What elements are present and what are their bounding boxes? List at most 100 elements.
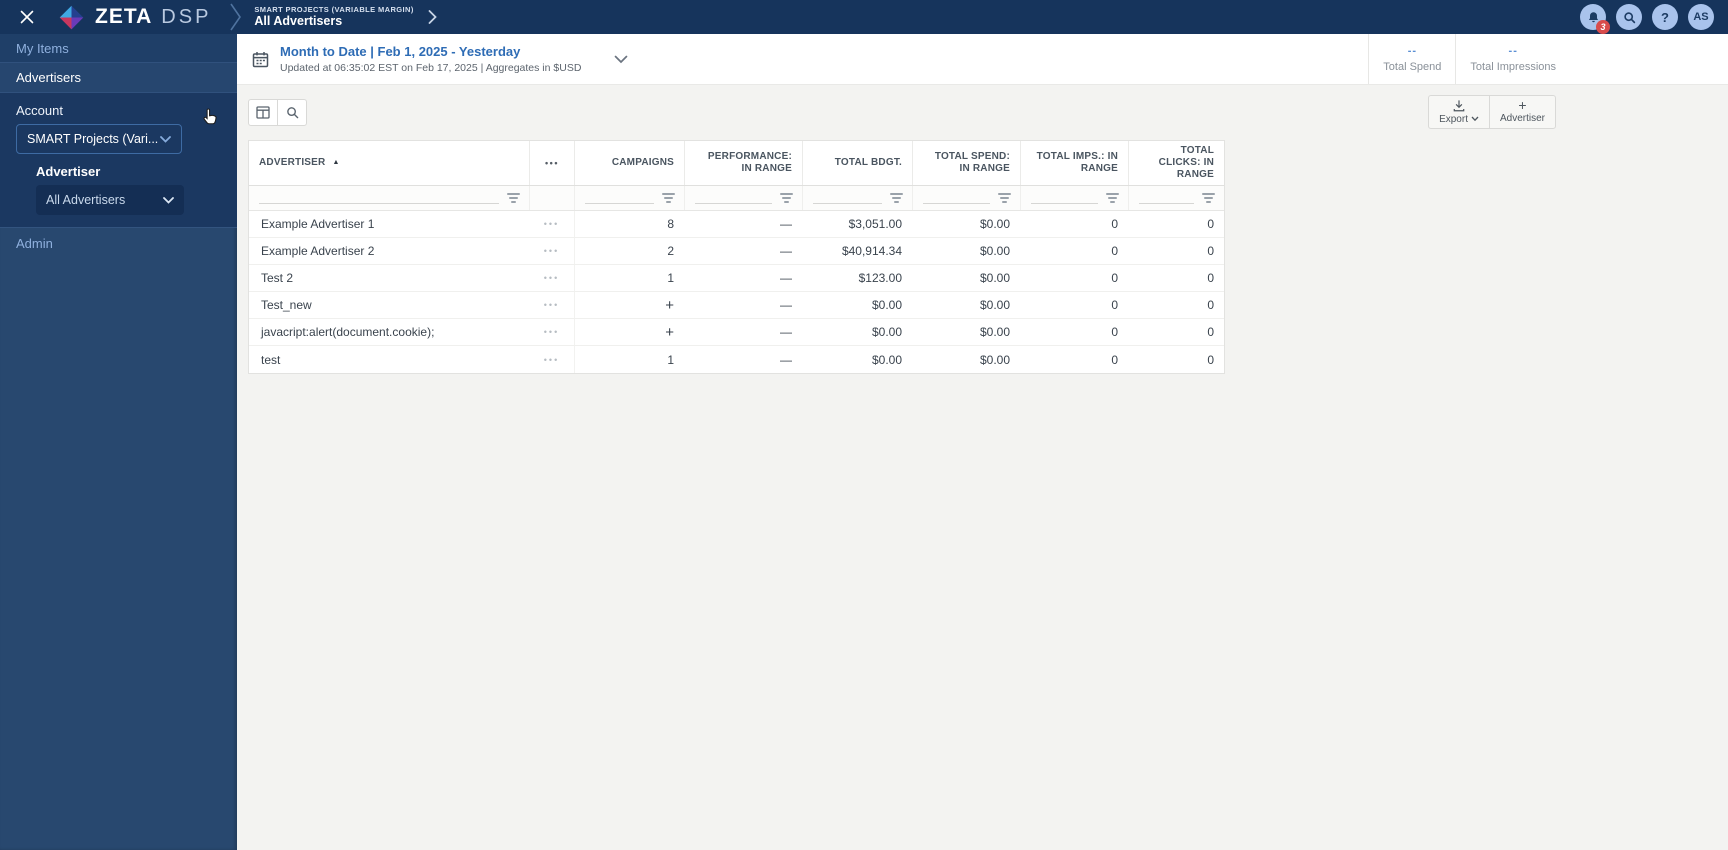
filter-icon[interactable]	[1106, 193, 1119, 204]
export-button[interactable]: Export	[1428, 95, 1490, 129]
total-imps-cell: 0	[1111, 244, 1118, 258]
avatar-initials: AS	[1693, 11, 1709, 23]
advertiser-name-cell[interactable]: Example Advertiser 2	[249, 238, 529, 264]
brand-dsp: DSP	[161, 6, 212, 28]
row-menu-icon[interactable]: •••	[529, 265, 574, 291]
advertiser-name-cell[interactable]: Example Advertiser 1	[249, 211, 529, 237]
advertiser-name-cell[interactable]: test	[249, 346, 529, 373]
campaigns-cell[interactable]: 8	[574, 211, 684, 237]
filter-icon[interactable]	[507, 193, 520, 204]
sidebar-item-my-items[interactable]: My Items	[0, 34, 237, 63]
filter-cell-advertiser	[249, 186, 529, 210]
filter-icon[interactable]	[662, 193, 675, 204]
zeta-dsp-app: ZETA DSP SMART PROJECTS (VARIABLE MARGIN…	[0, 0, 1728, 850]
campaigns-cell[interactable]: 2	[574, 238, 684, 264]
column-header-advertiser[interactable]: ADVERTISER ▲	[249, 141, 529, 185]
stat-value: --	[1407, 45, 1418, 57]
filter-input[interactable]	[585, 203, 654, 204]
sidebar-item-label: Advertisers	[16, 70, 82, 85]
filter-input[interactable]	[1139, 203, 1194, 204]
user-avatar[interactable]: AS	[1688, 4, 1714, 30]
advertiser-name-cell[interactable]: Test 2	[249, 265, 529, 291]
table-row[interactable]: Example Advertiser 1 ••• 8 — $3,051.00 $…	[249, 211, 1224, 238]
topbar-left: ZETA DSP SMART PROJECTS (VARIABLE MARGIN…	[10, 0, 437, 34]
table-row[interactable]: Example Advertiser 2 ••• 2 — $40,914.34 …	[249, 238, 1224, 265]
topbar: ZETA DSP SMART PROJECTS (VARIABLE MARGIN…	[0, 0, 1728, 34]
help-button[interactable]: ?	[1652, 4, 1678, 30]
column-header-total-spend[interactable]: TOTAL SPEND: IN RANGE	[912, 141, 1020, 185]
filter-input[interactable]	[1031, 203, 1098, 204]
search-grid-button[interactable]	[277, 98, 307, 126]
breadcrumb-next-icon[interactable]	[428, 10, 437, 24]
row-menu-icon[interactable]: •••	[529, 211, 574, 237]
filter-input[interactable]	[695, 203, 772, 204]
brand-zeta: ZETA	[95, 5, 153, 28]
advertiser-label: Advertiser	[36, 164, 101, 179]
column-header-total-budget[interactable]: TOTAL BDGT.	[802, 141, 912, 185]
campaigns-cell[interactable]: +	[574, 319, 684, 345]
total-imps-cell: 0	[1111, 271, 1118, 285]
total-spend-cell: $0.00	[979, 325, 1010, 339]
total-clicks-cell: 0	[1207, 217, 1214, 231]
date-header-bar: Month to Date | Feb 1, 2025 - Yesterday …	[237, 34, 1728, 85]
filter-icon[interactable]	[890, 193, 903, 204]
chevron-down-icon[interactable]	[614, 55, 628, 64]
column-label: ADVERTISER	[259, 157, 326, 168]
account-select[interactable]: SMART Projects (Vari...	[16, 124, 182, 154]
sidebar-item-advertisers[interactable]: Advertisers	[0, 63, 237, 93]
stat-value: --	[1508, 45, 1518, 57]
advertiser-select[interactable]: All Advertisers	[36, 185, 184, 215]
account-panel: Account SMART Projects (Vari... Advertis…	[0, 93, 237, 228]
stat-label: Total Impressions	[1470, 61, 1556, 73]
column-header-total-clicks[interactable]: TOTAL CLICKS: IN RANGE	[1128, 141, 1224, 185]
column-header-campaigns[interactable]: CAMPAIGNS	[574, 141, 684, 185]
brand: ZETA DSP	[95, 5, 211, 29]
row-menu-icon[interactable]: •••	[529, 238, 574, 264]
chevron-down-icon	[163, 196, 174, 204]
campaigns-cell[interactable]: 1	[574, 346, 684, 373]
campaigns-cell[interactable]: 1	[574, 265, 684, 291]
question-icon: ?	[1661, 9, 1669, 25]
filter-cell-empty	[529, 186, 574, 210]
table-header-row: ADVERTISER ▲ ••• CAMPAIGNS PERFORMANCE: …	[249, 141, 1224, 186]
close-icon[interactable]	[10, 0, 44, 34]
total-imps-cell: 0	[1111, 298, 1118, 312]
search-icon	[286, 106, 298, 118]
sidebar-item-admin[interactable]: Admin	[0, 228, 237, 258]
breadcrumb-account: SMART PROJECTS (VARIABLE MARGIN)	[254, 4, 414, 14]
columns-button[interactable]	[248, 98, 278, 126]
table-row[interactable]: Test_new ••• + — $0.00 $0.00 0 0	[249, 292, 1224, 319]
column-menu-icon[interactable]: •••	[529, 141, 574, 185]
toolbar-left-group	[248, 98, 307, 126]
advertiser-name-cell[interactable]: javacript:alert(document.cookie);	[249, 319, 529, 345]
notification-badge: 3	[1596, 20, 1610, 34]
table-row[interactable]: Test 2 ••• 1 — $123.00 $0.00 0 0	[249, 265, 1224, 292]
table-row[interactable]: test ••• 1 — $0.00 $0.00 0 0	[249, 346, 1224, 373]
filter-icon[interactable]	[998, 193, 1011, 204]
zeta-logo-icon	[58, 4, 85, 31]
performance-cell: —	[780, 352, 792, 367]
date-range-dropdown[interactable]: Month to Date | Feb 1, 2025 - Yesterday …	[252, 44, 628, 74]
total-budget-cell: $123.00	[858, 271, 902, 285]
account-select-value: SMART Projects (Vari...	[27, 132, 159, 146]
filter-icon[interactable]	[780, 193, 793, 204]
advertiser-name-cell[interactable]: Test_new	[249, 292, 529, 318]
filter-input[interactable]	[923, 203, 990, 204]
table-row[interactable]: javacript:alert(document.cookie); ••• + …	[249, 319, 1224, 346]
campaigns-cell[interactable]: +	[574, 292, 684, 318]
column-header-total-imps[interactable]: TOTAL IMPS.: IN RANGE	[1020, 141, 1128, 185]
column-header-performance[interactable]: PERFORMANCE: IN RANGE	[684, 141, 802, 185]
breadcrumb[interactable]: SMART PROJECTS (VARIABLE MARGIN) All Adv…	[254, 5, 413, 30]
filter-input[interactable]	[813, 203, 882, 204]
summary-stats: -- Total Spend -- Total Impressions	[1368, 34, 1570, 84]
notifications-button[interactable]: 3	[1580, 4, 1610, 34]
add-advertiser-button[interactable]: + Advertiser	[1488, 95, 1556, 129]
row-menu-icon[interactable]: •••	[529, 319, 574, 345]
sidebar-filler	[0, 258, 237, 850]
row-menu-icon[interactable]: •••	[529, 292, 574, 318]
date-range-text: Month to Date | Feb 1, 2025 - Yesterday …	[280, 44, 581, 74]
search-button[interactable]	[1616, 4, 1642, 30]
row-menu-icon[interactable]: •••	[529, 346, 574, 373]
filter-icon[interactable]	[1202, 193, 1215, 204]
filter-input[interactable]	[259, 203, 499, 204]
